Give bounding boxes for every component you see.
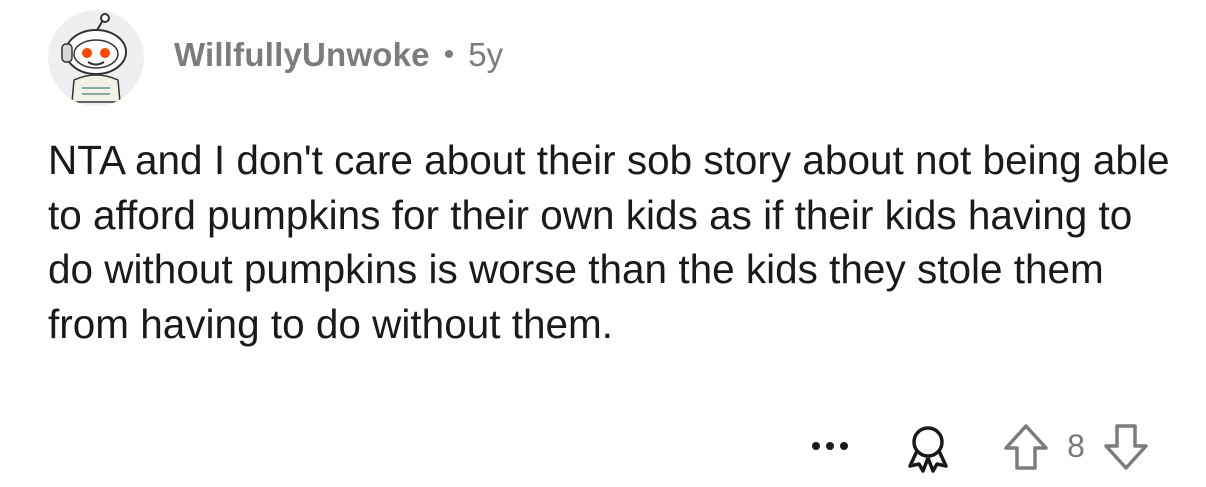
more-options-icon: [812, 442, 848, 450]
snoo-avatar-icon[interactable]: [48, 10, 144, 106]
vote-score: 8: [1067, 428, 1085, 464]
upvote-button[interactable]: [1000, 422, 1052, 472]
downvote-button[interactable]: [1100, 422, 1152, 472]
comment-meta: WillfullyUnwoke • 5y: [174, 36, 503, 74]
meta-separator: •: [443, 38, 455, 71]
username-link[interactable]: WillfullyUnwoke: [174, 36, 430, 74]
comment-header: WillfullyUnwoke • 5y: [48, 10, 503, 106]
award-button[interactable]: [902, 422, 954, 474]
comment-body: NTA and I don't care about their sob sto…: [48, 137, 1170, 347]
downvote-arrow-icon: [1104, 424, 1148, 470]
comment-card: WillfullyUnwoke • 5y NTA and I don't car…: [0, 0, 1206, 487]
more-options-button[interactable]: [808, 420, 852, 472]
award-icon: [908, 426, 948, 473]
comment-actions: 8: [0, 420, 1206, 474]
comment-age: 5y: [468, 36, 504, 73]
upvote-arrow-icon: [1004, 424, 1048, 470]
